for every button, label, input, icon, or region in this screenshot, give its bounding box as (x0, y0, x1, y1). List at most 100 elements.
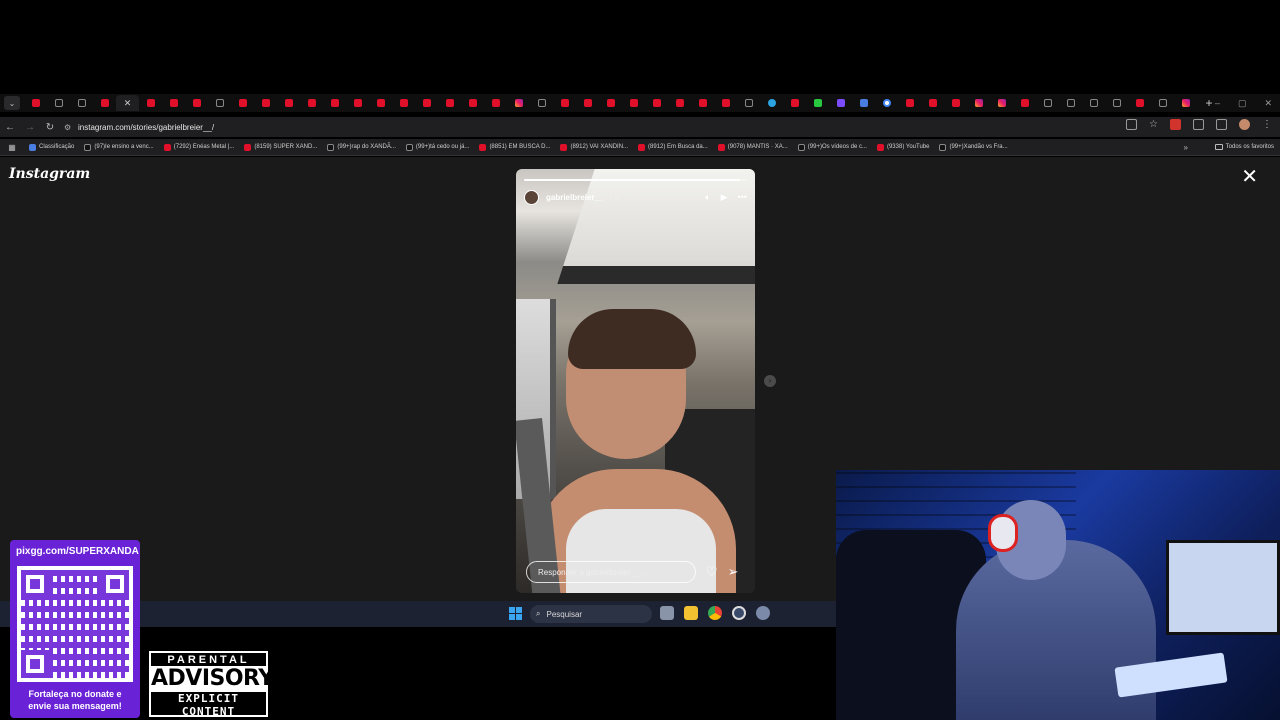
story-avatar[interactable] (524, 189, 539, 205)
browser-tab[interactable] (70, 95, 93, 111)
mute-icon[interactable]: 🔈︎ (705, 192, 710, 203)
play-icon[interactable]: ▶ (721, 192, 728, 203)
bookmarks-overflow-button[interactable]: » (1184, 143, 1188, 152)
send-icon[interactable]: ➢ (728, 564, 739, 580)
browser-tab[interactable] (415, 95, 438, 111)
steam-icon[interactable] (732, 606, 746, 620)
reload-button[interactable]: ↻ (40, 122, 60, 133)
profile-avatar[interactable] (1239, 119, 1250, 130)
close-window-button[interactable]: ✕ (1264, 98, 1272, 109)
install-app-icon[interactable] (1126, 119, 1138, 130)
browser-tab[interactable] (507, 95, 530, 111)
browser-tab[interactable] (530, 95, 553, 111)
apps-grid-icon[interactable]: ▦ (0, 143, 24, 152)
browser-tab[interactable] (484, 95, 507, 111)
settings-gear-icon[interactable] (756, 606, 770, 620)
windows-start-icon[interactable] (509, 607, 522, 620)
browser-tab[interactable] (47, 95, 70, 111)
browser-tab[interactable] (300, 95, 323, 111)
browser-tab[interactable] (783, 95, 806, 111)
browser-tab[interactable] (990, 95, 1013, 111)
extensions-puzzle-icon[interactable] (1193, 119, 1204, 130)
browser-tab[interactable] (691, 95, 714, 111)
bookmark-star-icon[interactable]: ☆ (1149, 119, 1158, 130)
browser-tab[interactable] (139, 95, 162, 111)
story-username[interactable]: gabrielbreier__ (546, 193, 603, 202)
address-bar[interactable]: ⚙ instagram.com/stories/gabrielbreier__/ (64, 119, 1124, 135)
tab-search-button[interactable]: ⌄ (4, 96, 20, 110)
heart-icon[interactable]: ♡ (706, 564, 718, 580)
bookmark-item[interactable]: (7292) Enéas Metal |... (159, 143, 240, 151)
bookmark-item[interactable]: (8912) Em Busca da... (633, 143, 713, 151)
browser-tab[interactable] (93, 95, 116, 111)
task-view-icon[interactable] (660, 606, 674, 620)
bookmark-item[interactable]: (99+)Os vídeos de c... (793, 143, 872, 151)
browser-tab[interactable] (1036, 95, 1059, 111)
forward-button[interactable]: → (20, 122, 40, 133)
more-icon[interactable]: ••• (738, 192, 747, 202)
browser-tab[interactable] (599, 95, 622, 111)
minimize-button[interactable]: – (1215, 98, 1220, 108)
browser-tab[interactable] (1059, 95, 1082, 111)
browser-tab[interactable] (1128, 95, 1151, 111)
browser-tab[interactable] (1082, 95, 1105, 111)
browser-tab[interactable] (1105, 95, 1128, 111)
browser-tab[interactable] (645, 95, 668, 111)
browser-tab[interactable] (576, 95, 599, 111)
close-tab-icon[interactable]: ✕ (124, 98, 132, 109)
all-bookmarks-folder[interactable]: Todos os favoritos (1214, 144, 1274, 150)
browser-tab[interactable] (438, 95, 461, 111)
browser-tab[interactable] (231, 95, 254, 111)
browser-tab[interactable] (737, 95, 760, 111)
browser-tab[interactable] (369, 95, 392, 111)
bookmark-item[interactable]: (9338) YouTube (872, 143, 934, 151)
site-info-icon[interactable]: ⚙ (64, 123, 78, 132)
taskbar-search[interactable]: ⌕ Pesquisar (530, 605, 652, 623)
browser-tab[interactable] (1151, 95, 1174, 111)
instagram-logo[interactable]: Instagram (9, 166, 90, 182)
bookmark-item[interactable]: (99+)Xandão vs Fra... (934, 143, 1012, 151)
browser-tab[interactable]: ✕ (116, 95, 139, 111)
browser-tab[interactable] (668, 95, 691, 111)
browser-tab[interactable] (852, 95, 875, 111)
browser-tab[interactable] (162, 95, 185, 111)
browser-tab[interactable] (898, 95, 921, 111)
browser-tab[interactable] (967, 95, 990, 111)
browser-tab[interactable] (323, 95, 346, 111)
next-story-button[interactable]: › (764, 375, 776, 387)
browser-tab[interactable] (921, 95, 944, 111)
browser-tab[interactable] (185, 95, 208, 111)
browser-tab[interactable] (254, 95, 277, 111)
back-button[interactable]: ← (0, 122, 20, 133)
chrome-icon[interactable] (708, 606, 722, 620)
media-controls-icon[interactable] (1216, 119, 1227, 130)
bookmark-item[interactable]: (8159) SUPER XAND... (239, 143, 322, 151)
browser-tab[interactable] (553, 95, 576, 111)
maximize-button[interactable]: ▢ (1238, 98, 1247, 109)
browser-menu-icon[interactable]: ⋮ (1262, 119, 1272, 130)
bookmark-item[interactable]: (8912) VAI XANDIN... (555, 143, 633, 151)
bookmark-item[interactable]: (99+)rap do XANDÃ... (322, 143, 401, 151)
story-viewer[interactable]: gabrielbreier__ 2 h 🔈︎ ▶ ••• Responder a… (516, 169, 755, 593)
browser-tab[interactable] (944, 95, 967, 111)
bookmark-item[interactable]: Classificação (24, 143, 79, 151)
browser-tab[interactable] (1013, 95, 1036, 111)
browser-tab[interactable] (208, 95, 231, 111)
file-explorer-icon[interactable] (684, 606, 698, 620)
browser-tab[interactable] (760, 95, 783, 111)
browser-tab[interactable] (277, 95, 300, 111)
bookmark-item[interactable]: (97)Ie ensino a venc... (79, 143, 158, 151)
browser-tab[interactable] (1174, 95, 1197, 111)
browser-tab[interactable] (622, 95, 645, 111)
browser-tab[interactable] (461, 95, 484, 111)
browser-tab[interactable] (714, 95, 737, 111)
browser-tab[interactable] (875, 95, 898, 111)
browser-tab[interactable] (346, 95, 369, 111)
bookmark-item[interactable]: (9078) MANTIS · XA... (713, 143, 793, 151)
browser-tab[interactable] (392, 95, 415, 111)
story-reply-input[interactable]: Responder a gabrielbreier__... (526, 561, 696, 583)
close-story-button[interactable]: ✕ (1241, 167, 1258, 187)
browser-tab[interactable] (806, 95, 829, 111)
bookmark-item[interactable]: (8851) EM BUSCA D... (474, 143, 555, 151)
browser-tab[interactable] (829, 95, 852, 111)
